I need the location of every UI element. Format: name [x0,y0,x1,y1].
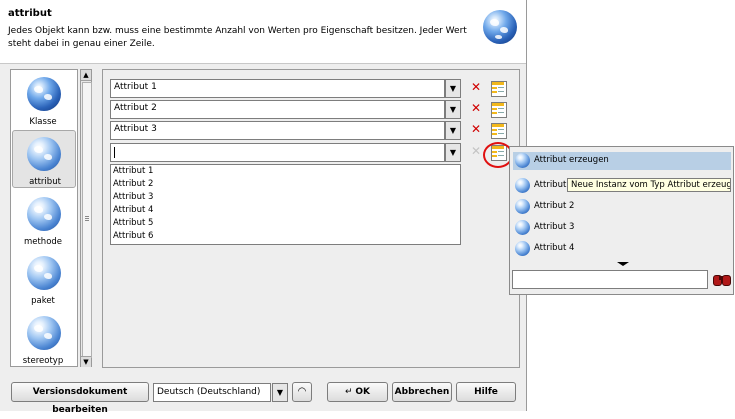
sidebar-item-attribut[interactable]: attribut [12,130,76,188]
table-icon[interactable] [490,122,507,139]
element-type-sidebar: Klasse attribut methode paket stereotyp [10,69,78,367]
sidebar-item-label: attribut [29,177,61,187]
sidebar-item-label: stereotyp [22,356,64,366]
scroll-down-icon[interactable]: ▼ [81,356,91,367]
globe-icon [27,316,61,350]
globe-icon [515,220,530,235]
help-button[interactable]: Hilfe [456,382,516,402]
popup-item[interactable]: Attribut 2 [513,198,731,216]
list-item[interactable]: Attribut 3 [113,191,153,204]
delete-icon[interactable]: ✕ [468,80,484,96]
text-cursor [114,147,115,158]
dialog-header: attribut Jedes Objekt kann bzw. muss ein… [0,0,526,64]
chevron-down-icon[interactable]: ▼ [272,383,288,402]
scroll-up-icon[interactable]: ▲ [81,70,91,81]
popup-search-input[interactable] [512,270,708,289]
globe-icon [515,199,530,214]
ok-label: OK [355,387,371,397]
tooltip: Neue Instanz vom Typ Attribut erzeugen [567,178,731,192]
language-select[interactable]: Deutsch (Deutschland) [153,383,271,402]
list-item[interactable]: Attribut 2 [113,178,153,191]
binoculars-icon[interactable] [711,270,731,289]
globe-icon [27,137,61,171]
sidebar-item-klasse[interactable]: Klasse [11,71,77,129]
chevron-down-icon[interactable]: ▼ [445,79,461,98]
value-field-1[interactable]: Attribut 1 [110,79,445,98]
sidebar-item-paket[interactable]: paket [11,250,77,308]
value-field-2[interactable]: Attribut 2 [110,100,445,119]
chevron-down-icon[interactable]: ▼ [445,121,461,140]
delete-icon[interactable]: ✕ [468,122,484,138]
dialog-window: attribut Jedes Objekt kann bzw. muss ein… [0,0,527,415]
chevron-down-icon[interactable]: ▼ [445,100,461,119]
globe-icon [515,153,530,168]
delete-icon: ✕ [470,144,482,158]
edit-version-document-button[interactable]: Versionsdokument bearbeiten [11,382,149,415]
sidebar-scrollbar[interactable]: ▲ ▼ [80,69,92,367]
sidebar-item-methode[interactable]: methode [11,191,77,249]
popup-item[interactable]: Attribut 3 [513,219,731,237]
list-item[interactable]: Attribut 5 [113,217,153,230]
value-suggestion-list: Attribut 1 Attribut 2 Attribut 3 Attribu… [110,164,461,245]
ok-button[interactable]: ↵ OK [327,382,388,402]
dialog-description: Jedes Objekt kann bzw. muss eine bestimm… [8,26,467,49]
enter-icon: ↵ [344,387,356,397]
globe-icon [515,241,530,256]
list-item[interactable]: Attribut 4 [113,204,153,217]
value-field-4[interactable] [110,143,445,162]
popup-item-label: Attribut erzeugen [534,155,609,165]
sidebar-item-label: paket [31,296,55,306]
scrollbar-thumb[interactable] [82,82,92,358]
popup-item-create[interactable]: Attribut erzeugen [513,152,731,170]
popup-item-label: Attribut 4 [534,243,575,253]
more-items-arrow-icon[interactable] [617,262,629,266]
globe-icon [515,178,530,193]
globe-icon [27,77,61,111]
sidebar-item-stereotyp[interactable]: stereotyp [11,310,77,368]
list-item[interactable]: Attribut 1 [113,165,153,178]
sidebar-item-label: Klasse [29,117,57,127]
popup-item-label: Attribut 2 [534,201,575,211]
globe-icon [483,10,517,44]
table-icon[interactable] [490,101,507,118]
reset-icon[interactable]: ◠ [292,382,312,402]
delete-icon[interactable]: ✕ [468,101,484,117]
sidebar-item-label: methode [23,237,63,247]
list-item[interactable]: Attribut 6 [113,230,153,243]
globe-icon [27,256,61,290]
value-field-3[interactable]: Attribut 3 [110,121,445,140]
popup-item-label: Attribut 3 [534,222,575,232]
table-icon[interactable] [490,80,507,97]
dialog-title: attribut [8,8,52,19]
globe-icon [27,197,61,231]
popup-item[interactable]: Attribut 4 [513,240,731,258]
cancel-button[interactable]: Abbrechen [392,382,452,402]
chevron-down-icon[interactable]: ▼ [445,143,461,162]
